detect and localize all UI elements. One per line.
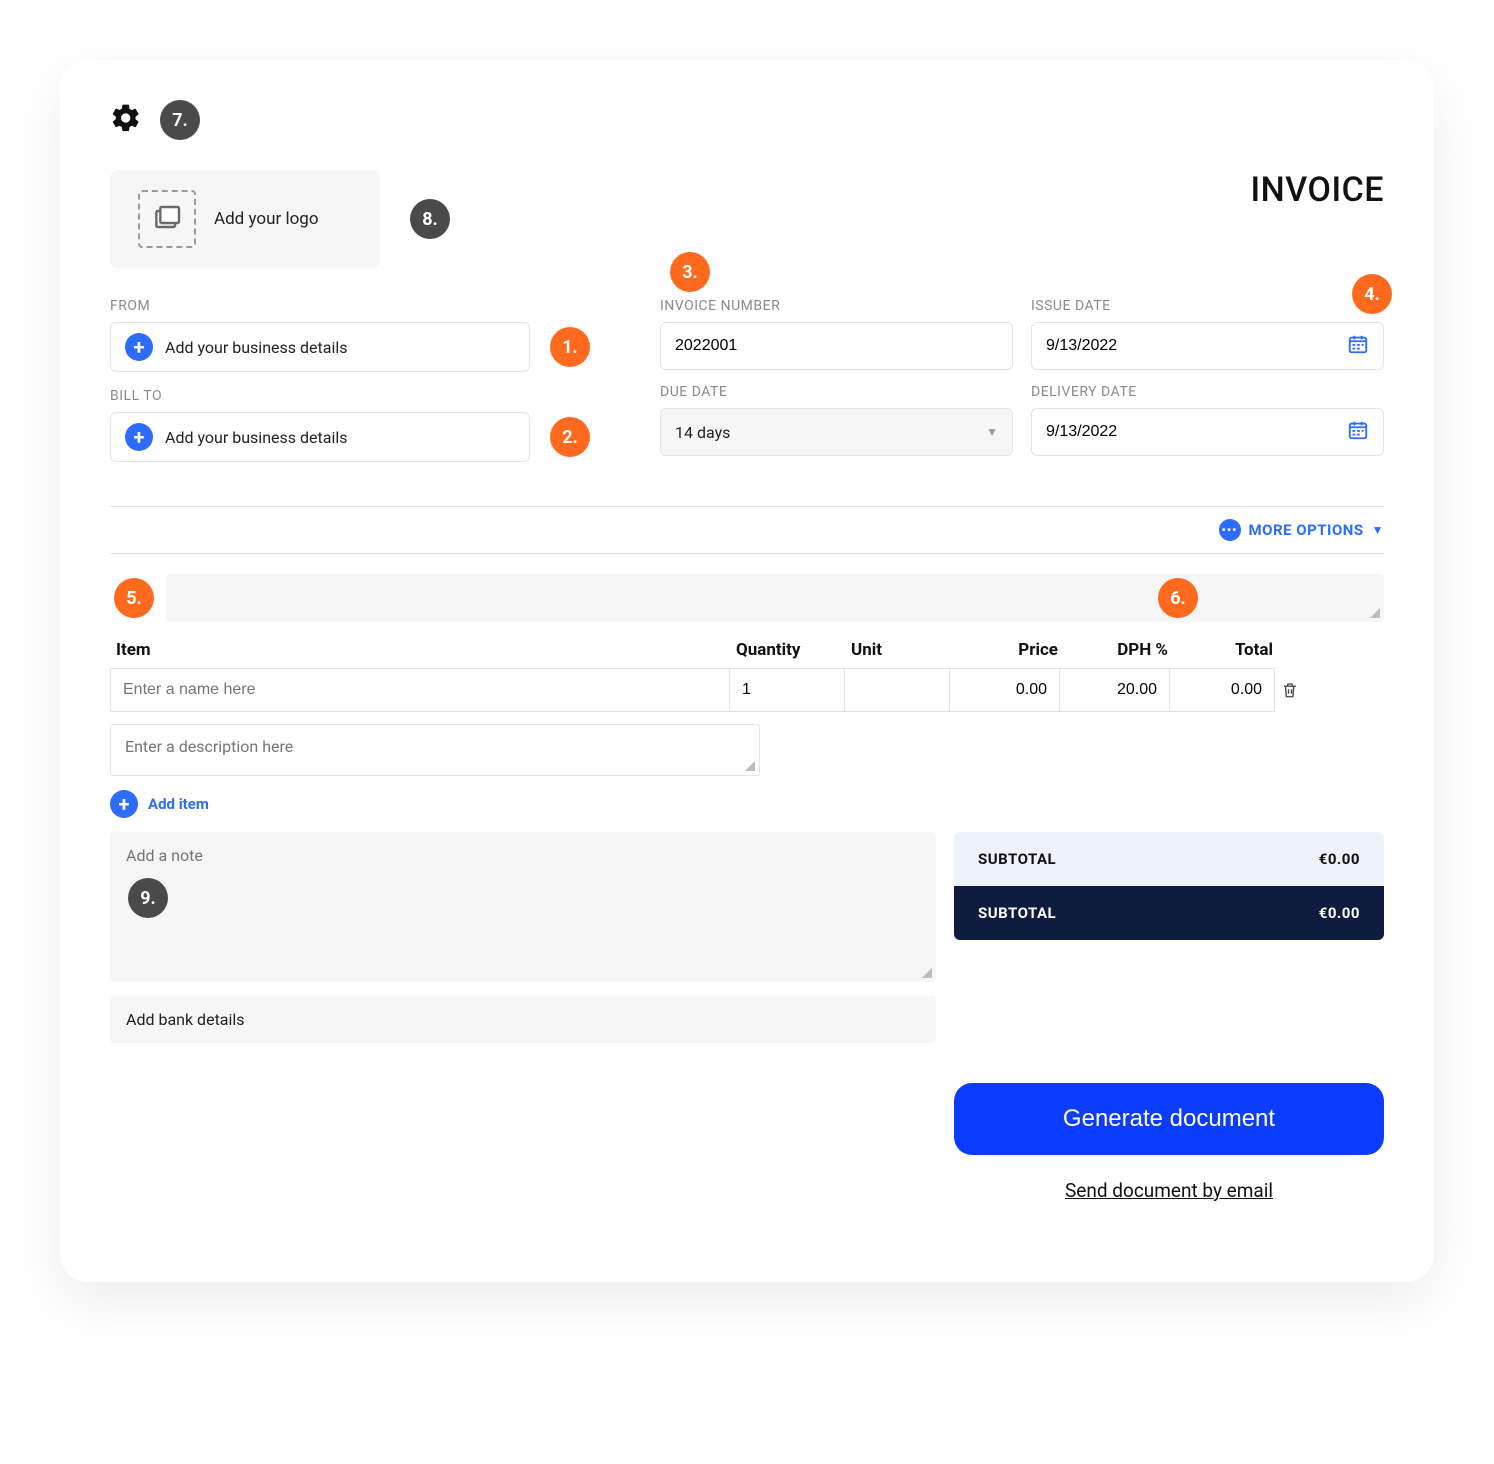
issue-date-input[interactable] xyxy=(1046,337,1347,355)
totals-box: SUBTOTAL €0.00 SUBTOTAL €0.00 xyxy=(954,832,1384,940)
due-date-select[interactable]: 14 days ▼ xyxy=(660,408,1013,456)
due-date-label: DUE DATE xyxy=(660,384,1013,400)
items-table-header: Item Quantity Unit Price DPH % Total xyxy=(110,640,1384,660)
col-quantity: Quantity xyxy=(732,640,847,660)
divider xyxy=(110,506,1384,507)
annotation-badge-2: 2. xyxy=(550,417,590,457)
party-column: FROM + Add your business details 1. BILL… xyxy=(110,298,600,478)
more-options-toggle[interactable]: ••• MORE OPTIONS ▼ xyxy=(110,519,1384,541)
subtotal-value: €0.00 xyxy=(1319,850,1360,868)
image-placeholder-icon xyxy=(138,190,196,248)
dates-column: 3. 4. INVOICE NUMBER ISSUE DATE DUE DATE… xyxy=(660,298,1384,456)
annotation-badge-3: 3. xyxy=(670,252,710,292)
billto-placeholder-text: Add your business details xyxy=(165,428,347,447)
delivery-date-field[interactable] xyxy=(1031,408,1384,456)
subtotal-row: SUBTOTAL €0.00 xyxy=(954,832,1384,886)
calendar-icon[interactable] xyxy=(1347,333,1369,359)
item-dph-cell[interactable] xyxy=(1060,668,1170,712)
item-quantity-input[interactable] xyxy=(742,681,832,699)
annotation-badge-9: 9. xyxy=(128,878,168,918)
col-total: Total xyxy=(1172,640,1277,660)
invoice-number-input[interactable] xyxy=(675,337,998,355)
items-title-input[interactable] xyxy=(166,574,1384,622)
chevron-down-icon: ▼ xyxy=(1372,523,1384,537)
add-bank-details-button[interactable]: Add bank details xyxy=(110,996,936,1043)
col-item: Item xyxy=(112,640,732,660)
delete-row-button[interactable] xyxy=(1275,668,1305,712)
item-unit-input[interactable] xyxy=(857,681,937,699)
send-email-link[interactable]: Send document by email xyxy=(1065,1179,1273,1202)
note-input[interactable] xyxy=(126,846,920,968)
add-item-label: Add item xyxy=(148,795,209,813)
subtotal-label: SUBTOTAL xyxy=(978,850,1056,868)
invoice-number-label: INVOICE NUMBER xyxy=(660,298,1013,314)
add-logo-button[interactable]: Add your logo xyxy=(110,170,380,268)
item-quantity-cell[interactable] xyxy=(730,668,845,712)
page-title: INVOICE xyxy=(1251,170,1384,210)
top-bar: 7. xyxy=(110,100,1384,140)
annotation-badge-1: 1. xyxy=(550,327,590,367)
item-unit-cell[interactable] xyxy=(845,668,950,712)
invoice-number-field[interactable] xyxy=(660,322,1013,370)
annotation-badge-5: 5. xyxy=(114,578,154,618)
actions: Generate document Send document by email xyxy=(954,1083,1384,1202)
annotation-badge-8: 8. xyxy=(410,199,450,239)
delivery-date-input[interactable] xyxy=(1046,423,1347,441)
logo-wrap: Add your logo 8. xyxy=(110,170,450,268)
issue-date-label: ISSUE DATE xyxy=(1031,298,1384,314)
annotation-badge-6: 6. xyxy=(1158,578,1198,618)
from-placeholder-text: Add your business details xyxy=(165,338,347,357)
chevron-down-icon: ▼ xyxy=(986,425,998,439)
annotation-badge-7: 7. xyxy=(160,100,200,140)
plus-icon: + xyxy=(125,333,153,361)
item-dph-input[interactable] xyxy=(1072,681,1157,699)
add-from-details-button[interactable]: + Add your business details xyxy=(110,322,530,372)
item-description-field[interactable] xyxy=(110,724,760,776)
more-icon: ••• xyxy=(1219,519,1241,541)
item-total-cell[interactable] xyxy=(1170,668,1275,712)
generate-document-button[interactable]: Generate document xyxy=(954,1083,1384,1155)
invoice-card: 7. Add your logo 8. INVOICE FROM + Add y… xyxy=(60,60,1434,1282)
item-row xyxy=(110,668,1384,712)
divider xyxy=(110,553,1384,554)
grandtotal-row: SUBTOTAL €0.00 xyxy=(954,886,1384,940)
item-total-input[interactable] xyxy=(1182,681,1262,699)
billto-label: BILL TO xyxy=(110,388,600,404)
items-table: Item Quantity Unit Price DPH % Total xyxy=(110,640,1384,818)
gear-icon[interactable] xyxy=(110,102,142,138)
item-description-input[interactable] xyxy=(125,737,745,763)
item-name-input[interactable] xyxy=(123,681,717,699)
delivery-date-label: DELIVERY DATE xyxy=(1031,384,1384,400)
grandtotal-label: SUBTOTAL xyxy=(978,904,1056,922)
due-date-value: 14 days xyxy=(675,423,730,442)
note-field[interactable]: 9. xyxy=(110,832,936,982)
more-options-label: MORE OPTIONS xyxy=(1249,521,1364,539)
item-name-cell[interactable] xyxy=(110,668,730,712)
header-row: Add your logo 8. INVOICE xyxy=(110,170,1384,268)
grandtotal-value: €0.00 xyxy=(1319,904,1360,922)
items-area: 5. 6. Item Quantity Unit Price DPH % Tot… xyxy=(110,574,1384,818)
add-item-button[interactable]: + Add item xyxy=(110,790,1384,818)
add-billto-details-button[interactable]: + Add your business details xyxy=(110,412,530,462)
col-price: Price xyxy=(952,640,1062,660)
meta-row: FROM + Add your business details 1. BILL… xyxy=(110,298,1384,478)
bottom-row: 9. SUBTOTAL €0.00 SUBTOTAL €0.00 xyxy=(110,832,1384,982)
add-logo-label: Add your logo xyxy=(214,209,319,229)
annotation-badge-4: 4. xyxy=(1352,274,1392,314)
plus-icon: + xyxy=(110,790,138,818)
calendar-icon[interactable] xyxy=(1347,419,1369,445)
plus-icon: + xyxy=(125,423,153,451)
item-price-cell[interactable] xyxy=(950,668,1060,712)
from-label: FROM xyxy=(110,298,600,314)
item-price-input[interactable] xyxy=(962,681,1047,699)
col-dph: DPH % xyxy=(1062,640,1172,660)
col-unit: Unit xyxy=(847,640,952,660)
issue-date-field[interactable] xyxy=(1031,322,1384,370)
